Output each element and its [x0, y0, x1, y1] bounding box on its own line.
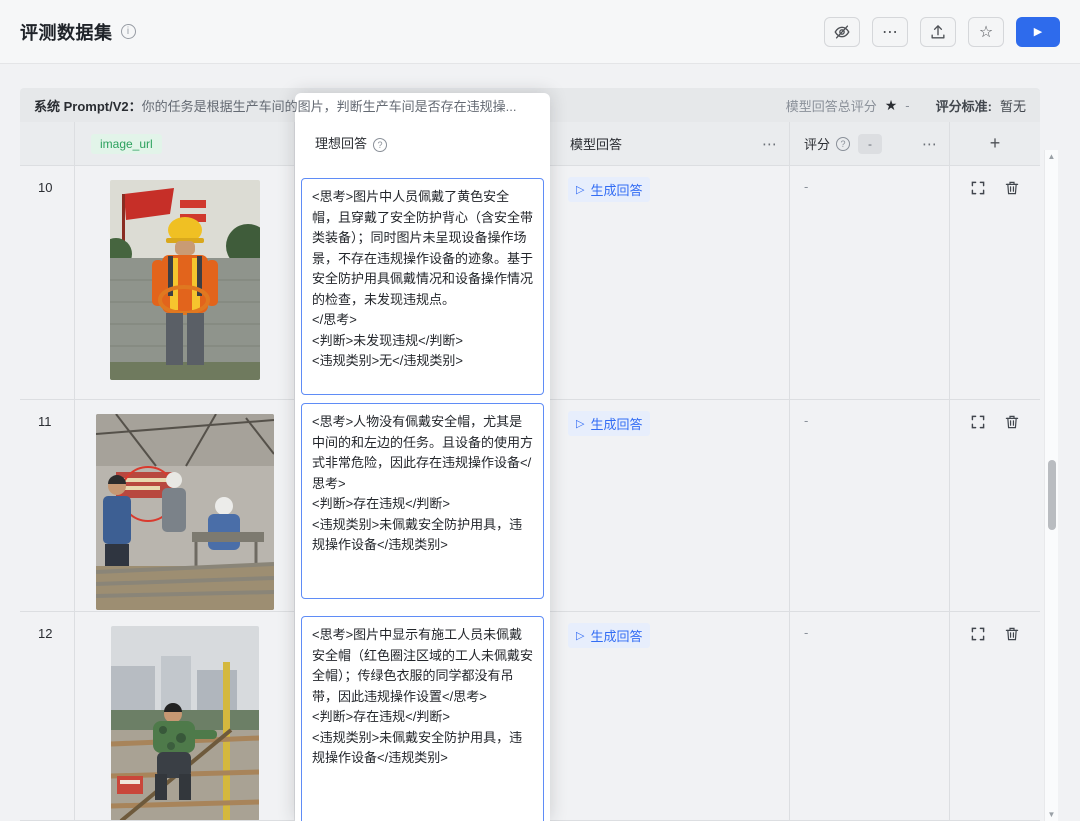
total-score-star-icon[interactable]: ★: [885, 97, 898, 114]
more-actions-button[interactable]: ⋯: [872, 17, 908, 47]
row-actions-cell: [950, 166, 1040, 400]
row-image-cell: [75, 166, 295, 400]
score-filter-chip[interactable]: -: [858, 134, 882, 154]
model-answer-cell: ▷ 生成回答: [550, 166, 790, 400]
ideal-answer-column-panel: 理想回答 ? <思考>图片中人员佩戴了黄色安全帽，且穿戴了安全防护背心（含安全带…: [295, 93, 550, 821]
system-prompt[interactable]: 系统 Prompt/V2： 你的任务是根据生产车间的图片，判断生产车间是否存在违…: [34, 96, 516, 115]
image-url-column-tag: image_url: [91, 134, 162, 154]
total-score-label: 模型回答总评分: [786, 96, 877, 115]
export-button[interactable]: [920, 17, 956, 47]
title-info-icon[interactable]: i: [121, 24, 136, 39]
row-image-cell: [75, 400, 295, 612]
favorite-button[interactable]: ☆: [968, 17, 1004, 47]
expand-row-icon[interactable]: [970, 626, 986, 642]
system-prompt-label: 系统 Prompt/V2：: [34, 96, 142, 115]
delete-row-icon[interactable]: [1004, 414, 1020, 430]
row-image-cell: [75, 612, 295, 821]
ellipsis-icon: ⋯: [882, 22, 898, 42]
expand-row-icon[interactable]: [970, 414, 986, 430]
model-answer-column-menu[interactable]: ⋯: [762, 135, 777, 153]
total-score-value: -: [905, 98, 909, 113]
generate-answer-button[interactable]: ▷ 生成回答: [568, 411, 650, 436]
top-bar: 评测数据集 i ⋯: [0, 0, 1080, 64]
ideal-answer-textarea[interactable]: <思考>图片中显示有施工人员未佩戴安全帽（红色圈注区域的工人未佩戴安全帽）；传绿…: [301, 616, 544, 821]
model-answer-cell: ▷ 生成回答: [550, 612, 790, 821]
dataset-photo-scaffold-worker[interactable]: [111, 626, 259, 821]
model-answer-column-label: 模型回答: [570, 134, 622, 153]
score-column-label: 评分: [804, 134, 830, 153]
play-outline-icon: ▷: [576, 417, 584, 430]
delete-row-icon[interactable]: [1004, 180, 1020, 196]
generate-answer-button[interactable]: ▷ 生成回答: [568, 623, 650, 648]
expand-row-icon[interactable]: [970, 180, 986, 196]
row-index: 11: [20, 400, 75, 612]
row-index: 10: [20, 166, 75, 400]
add-column-button[interactable]: +: [950, 122, 1040, 166]
ideal-answer-textarea[interactable]: <思考>图片中人员佩戴了黄色安全帽，且穿戴了安全防护背心（含安全带类装备）；同时…: [301, 178, 544, 395]
play-outline-icon: ▷: [576, 629, 584, 642]
system-prompt-banner: 系统 Prompt/V2： 你的任务是根据生产车间的图片，判断生产车间是否存在违…: [20, 88, 1040, 122]
generate-answer-button[interactable]: ▷ 生成回答: [568, 177, 650, 202]
header-image-url-column: image_url: [75, 122, 295, 166]
vertical-scrollbar: ▲ ▼: [1044, 150, 1058, 821]
header-index-column: [20, 122, 75, 166]
criteria-label: 评分标准:: [936, 96, 992, 115]
banner-meta: 模型回答总评分 ★ - 评分标准: 暂无: [786, 96, 1026, 115]
eval-dataset-page: 评测数据集 i ⋯: [0, 0, 1080, 821]
ideal-answer-column-label: 理想回答: [315, 133, 367, 152]
system-prompt-text: 你的任务是根据生产车间的图片，判断生产车间是否存在违规操...: [142, 96, 517, 115]
row-actions-cell: [950, 400, 1040, 612]
dataset-photo-construction-site[interactable]: [96, 414, 274, 610]
score-cell: -: [790, 400, 950, 612]
page-title: 评测数据集: [20, 19, 113, 45]
delete-row-icon[interactable]: [1004, 626, 1020, 642]
score-column-menu[interactable]: ⋯: [922, 135, 937, 153]
header-score-column: 评分 ? - ⋯: [790, 122, 950, 166]
score-cell: -: [790, 166, 950, 400]
scroll-up-arrow[interactable]: ▲: [1045, 150, 1058, 163]
row-actions-cell: [950, 612, 1040, 821]
scroll-down-arrow[interactable]: ▼: [1045, 808, 1058, 821]
play-icon: ▶: [1034, 25, 1042, 38]
upload-icon: [929, 23, 947, 41]
row-index: 12: [20, 612, 75, 821]
score-cell: -: [790, 612, 950, 821]
score-help-icon[interactable]: ?: [836, 137, 850, 151]
dataset-photo-worker-vest[interactable]: [110, 180, 260, 380]
play-outline-icon: ▷: [576, 183, 584, 196]
ideal-answer-help-icon[interactable]: ?: [373, 138, 387, 152]
eye-off-icon: [833, 23, 851, 41]
toolbar-actions: ⋯ ☆ ▶: [824, 17, 1060, 47]
ideal-answer-textarea[interactable]: <思考>人物没有佩戴安全帽，尤其是中间的和左边的任务。且设备的使用方式非常危险，…: [301, 403, 544, 599]
header-model-answer-column: 模型回答 ⋯: [550, 122, 790, 166]
run-evaluation-button[interactable]: ▶: [1016, 17, 1060, 47]
star-icon: ☆: [979, 22, 993, 42]
scrollbar-thumb[interactable]: [1048, 460, 1056, 530]
criteria-value: 暂无: [1000, 96, 1026, 115]
model-answer-cell: ▷ 生成回答: [550, 400, 790, 612]
hide-columns-button[interactable]: [824, 17, 860, 47]
